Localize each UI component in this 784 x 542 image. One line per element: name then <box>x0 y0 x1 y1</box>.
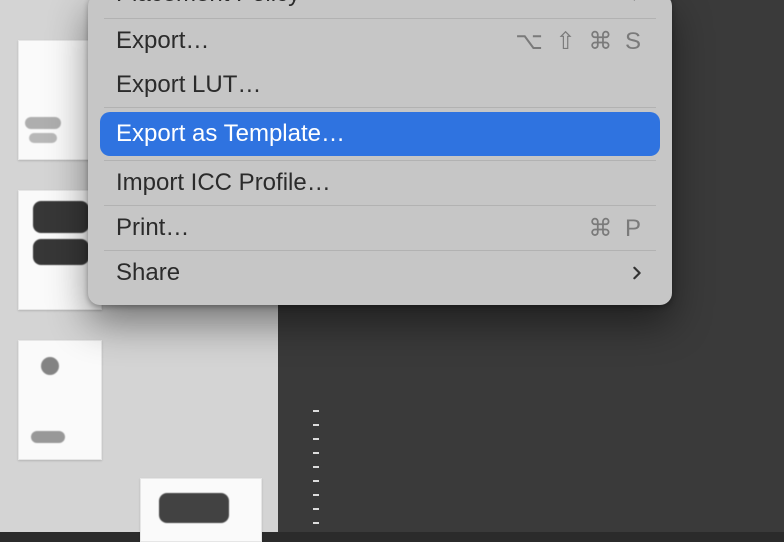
menu-item-label: Share <box>116 259 622 287</box>
menu-item-label: Placement Policy <box>116 0 622 8</box>
context-menu: Placement Policy Export… ⌥ ⇧ ⌘ S Export … <box>88 0 672 305</box>
menu-item-export[interactable]: Export… ⌥ ⇧ ⌘ S <box>88 19 672 63</box>
chevron-right-icon <box>630 0 644 1</box>
menu-item-print[interactable]: Print… ⌘ P <box>88 206 672 250</box>
thumbnail[interactable] <box>18 340 102 460</box>
menu-item-export-lut[interactable]: Export LUT… <box>88 63 672 107</box>
menu-item-import-icc-profile[interactable]: Import ICC Profile… <box>88 161 672 205</box>
menu-item-label: Export… <box>116 27 515 55</box>
menu-item-label: Import ICC Profile… <box>116 169 644 197</box>
chevron-right-icon <box>630 266 644 280</box>
app-background: Placement Policy Export… ⌥ ⇧ ⌘ S Export … <box>0 0 784 532</box>
menu-item-label: Export as Template… <box>116 120 644 148</box>
menu-item-shortcut: ⌥ ⇧ ⌘ S <box>515 27 644 56</box>
menu-item-label: Print… <box>116 214 588 242</box>
thumbnail[interactable] <box>140 478 262 542</box>
menu-item-export-as-template[interactable]: Export as Template… <box>100 112 660 156</box>
menu-item-share[interactable]: Share <box>88 251 672 295</box>
menu-item-placement-policy[interactable]: Placement Policy <box>88 0 672 18</box>
vertical-ruler <box>313 410 319 532</box>
menu-item-label: Export LUT… <box>116 71 644 99</box>
menu-item-shortcut: ⌘ P <box>588 214 644 243</box>
menu-separator <box>104 107 656 108</box>
